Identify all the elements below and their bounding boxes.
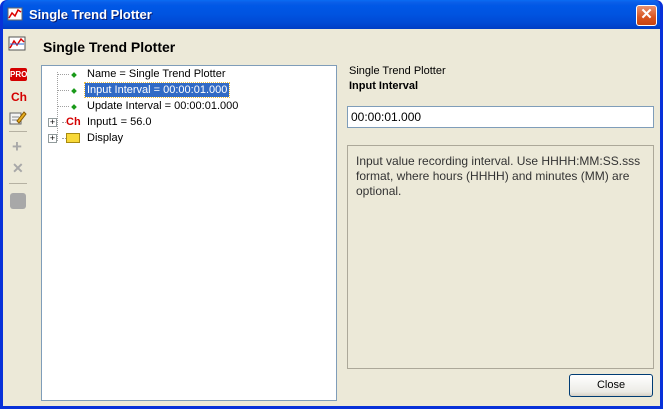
window-title: Single Trend Plotter	[29, 7, 152, 22]
edit-icon	[9, 111, 27, 125]
trend-plot-icon	[7, 7, 23, 21]
property-icon	[71, 104, 77, 110]
property-context: Single Trend Plotter	[349, 65, 446, 77]
window-close-button[interactable]: ✕	[636, 5, 657, 26]
property-name: Input Interval	[349, 80, 419, 92]
trend-plot-button[interactable]	[7, 35, 29, 55]
tree-item-display[interactable]: + Display	[42, 131, 332, 147]
tree-item-input-interval[interactable]: Input Interval = 00:00:01.000	[42, 82, 332, 99]
channel-button[interactable]: Ch	[7, 87, 29, 107]
channel-icon: Ch	[66, 116, 81, 128]
property-icon	[71, 72, 77, 78]
expand-icon[interactable]: +	[48, 134, 57, 143]
expand-icon[interactable]: +	[48, 118, 57, 127]
delete-button[interactable]: ✕	[7, 159, 29, 179]
delete-icon: ✕	[12, 160, 24, 176]
tree-item-name[interactable]: Name = Single Trend Plotter	[42, 67, 332, 83]
edit-button[interactable]	[7, 109, 29, 129]
toolbar-separator	[9, 131, 27, 132]
tree-item-update-interval[interactable]: Update Interval = 00:00:01.000	[42, 99, 332, 115]
tree-item-input1[interactable]: + Ch Input1 = 56.0	[42, 115, 332, 131]
stop-button[interactable]	[7, 191, 29, 211]
add-icon: +	[12, 137, 22, 156]
property-value-input[interactable]	[347, 106, 654, 128]
side-toolbar: PRO Ch + ✕	[7, 35, 31, 401]
dialog-window: Single Trend Plotter ✕ PRO Ch + ✕ Single…	[0, 0, 663, 409]
pro-icon: PRO	[10, 68, 28, 81]
dialog-client-area: PRO Ch + ✕ Single Trend Plotter Name = S…	[3, 29, 660, 406]
property-description: Input value recording interval. Use HHHH…	[347, 145, 654, 369]
title-bar[interactable]: Single Trend Plotter ✕	[3, 0, 660, 29]
page-title: Single Trend Plotter	[43, 39, 176, 55]
stop-icon	[10, 193, 26, 209]
property-icon	[71, 88, 77, 94]
trend-plot-icon	[8, 36, 26, 51]
pro-button[interactable]: PRO	[7, 65, 29, 85]
close-button[interactable]: Close	[569, 374, 653, 397]
channel-icon: Ch	[11, 90, 27, 104]
add-button[interactable]: +	[7, 137, 29, 157]
toolbar-separator	[9, 183, 27, 184]
folder-icon	[66, 133, 80, 143]
property-tree[interactable]: Name = Single Trend Plotter Input Interv…	[41, 65, 337, 401]
